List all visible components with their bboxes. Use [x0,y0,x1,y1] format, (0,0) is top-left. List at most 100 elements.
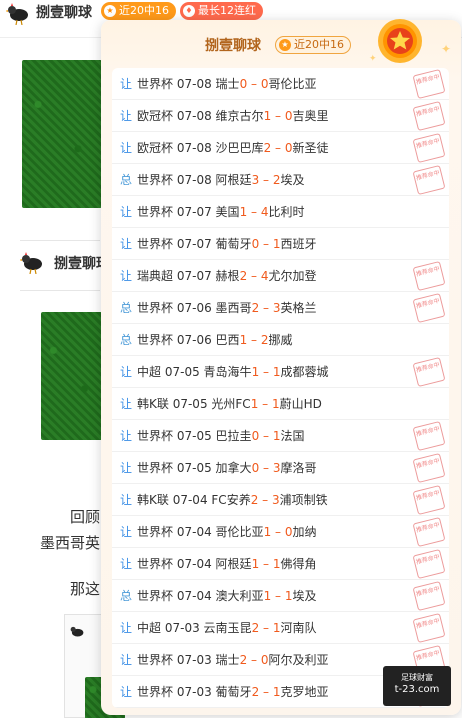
list-item[interactable]: 总世界杯 07-04 澳大利亚1 – 1埃及 推荐命中 [112,580,449,612]
match-thumbnail[interactable] [22,60,102,208]
hit-stamp-icon: 推荐命中 [412,68,446,100]
hit-stamp-icon: 推荐命中 [412,516,446,548]
author-avatar-2[interactable] [20,252,44,274]
list-item[interactable]: 让欧冠杯 07-08 沙巴巴库2 – 0新圣徒 推荐命中 [112,132,449,164]
bet-type-label: 让 [120,237,133,251]
match-info: 世界杯 07-04 澳大利亚1 – 1埃及 [137,580,317,612]
article-text-line: 回顾 [70,508,101,526]
bet-type-label: 总 [120,173,133,187]
list-item[interactable]: 总世界杯 07-06 墨西哥2 – 3英格兰 推荐命中 [112,292,449,324]
away-team: 哥伦比亚 [268,77,317,91]
streak-badge: ♦ 最长12连红 [180,2,263,20]
home-team: 赫根 [215,269,240,283]
recent-record-badge: ★ 近20中16 [101,2,176,20]
list-item[interactable]: 让世界杯 07-04 哥伦比亚1 – 0加纳 推荐命中 [112,516,449,548]
list-item[interactable]: 让韩K联 07-04 FC安养2 – 3浦项制铁 推荐命中 [112,484,449,516]
match-info: 世界杯 07-07 美国1 – 4比利时 [137,196,305,228]
score-dash: – [258,397,272,411]
list-item[interactable]: 让世界杯 07-05 巴拉圭0 – 1法国 推荐命中 [112,420,449,452]
score-dash: – [271,589,285,603]
match-date: 07-07 [176,269,212,283]
home-team: 加拿大 [215,461,252,475]
site-watermark: 足球财富 t-23.com [383,666,451,706]
match-date: 07-07 [176,237,212,251]
match-info: 世界杯 07-08 瑞士0 – 0哥伦比亚 [137,68,317,100]
league-name: 瑞典超 [137,269,174,283]
medal-icon [378,19,422,63]
bet-type-label: 让 [120,109,133,123]
divider [20,240,100,241]
away-score: 1 [271,397,280,411]
away-team: 埃及 [280,173,305,187]
list-item[interactable]: 让世界杯 07-04 阿根廷1 – 1佛得角 推荐命中 [112,548,449,580]
match-date: 07-05 [172,397,208,411]
match-date: 07-06 [176,333,212,347]
list-item[interactable]: 让中超 07-03 云南玉昆2 – 1河南队 推荐命中 [112,612,449,644]
home-team: 云南玉昆 [203,621,252,635]
match-date: 07-04 [176,589,212,603]
list-item[interactable]: 总世界杯 07-06 巴西1 – 2挪威 [112,324,449,356]
match-date: 07-04 [176,557,212,571]
list-item[interactable]: 让欧冠杯 07-08 维京古尔1 – 0吉奥里 推荐命中 [112,100,449,132]
bet-type-label: 让 [120,365,133,379]
list-item[interactable]: 让中超 07-05 青岛海牛1 – 1成都蓉城 推荐命中 [112,356,449,388]
league-name: 韩K联 [137,397,169,411]
away-team: 尤尔加登 [268,269,317,283]
star-icon: ★ [104,5,116,17]
list-item[interactable]: 让世界杯 07-07 美国1 – 4比利时 [112,196,449,228]
match-date: 07-04 [172,493,208,507]
author-avatar[interactable] [6,3,30,25]
hit-stamp-icon: 推荐命中 [412,164,446,196]
watermark-brand: 足球财富 [401,673,433,682]
bet-type-label: 让 [120,429,133,443]
hit-stamp-icon: 推荐命中 [412,260,446,292]
away-team: 吉奥里 [292,109,329,123]
list-item[interactable]: 让世界杯 07-08 瑞士0 – 0哥伦比亚 推荐命中 [112,68,449,100]
league-name: 世界杯 [137,301,174,315]
score-dash: – [259,429,273,443]
match-info: 韩K联 07-05 光州FC1 – 1蔚山HD [137,388,322,420]
bet-type-label: 让 [120,397,133,411]
home-team: FC安养 [211,493,251,507]
bet-type-label: 让 [120,269,133,283]
match-info: 世界杯 07-03 葡萄牙2 – 1克罗地亚 [137,676,329,708]
score-dash: – [259,365,273,379]
league-name: 世界杯 [137,429,174,443]
match-info: 世界杯 07-06 墨西哥2 – 3英格兰 [137,292,317,324]
league-name: 韩K联 [137,493,169,507]
away-team: 浦项制铁 [279,493,328,507]
home-team: 葡萄牙 [215,685,252,699]
home-team: 青岛海牛 [203,365,252,379]
list-item[interactable]: 让瑞典超 07-07 赫根2 – 4尤尔加登 推荐命中 [112,260,449,292]
match-date: 07-04 [176,525,212,539]
score-dash: – [271,525,285,539]
score-dash: – [259,557,273,571]
hit-stamp-icon: 推荐命中 [412,356,446,388]
hit-stamp-icon: 推荐命中 [412,548,446,580]
away-team: 蔚山HD [279,397,322,411]
list-item[interactable]: 让韩K联 07-05 光州FC1 – 1蔚山HD [112,388,449,420]
list-item[interactable]: 总世界杯 07-08 阿根廷3 – 2埃及 推荐命中 [112,164,449,196]
match-date: 07-06 [176,301,212,315]
away-team: 法国 [280,429,305,443]
list-item[interactable]: 让世界杯 07-05 加拿大0 – 3摩洛哥 推荐命中 [112,452,449,484]
league-name: 世界杯 [137,589,174,603]
league-name: 世界杯 [137,173,174,187]
popup-record-text: 近20中16 [294,38,344,51]
prediction-record-list: 让世界杯 07-08 瑞士0 – 0哥伦比亚 推荐命中让欧冠杯 07-08 维京古… [112,68,449,708]
bet-type-label: 让 [120,493,133,507]
bet-type-label: 让 [120,653,133,667]
bet-type-label: 让 [120,141,133,155]
list-item[interactable]: 让世界杯 07-07 葡萄牙0 – 1西班牙 [112,228,449,260]
author-name[interactable]: 捌壹聊球 [36,2,92,22]
popup-title: 捌壹聊球 [205,38,261,54]
bet-type-label: 让 [120,685,133,699]
divider [20,290,100,291]
match-thumbnail-2[interactable] [41,312,103,440]
league-name: 世界杯 [137,525,174,539]
match-date: 07-03 [164,621,200,635]
score-dash: – [259,621,273,635]
author-avatar-3 [70,626,84,637]
match-date: 07-05 [164,365,200,379]
league-name: 欧冠杯 [137,109,174,123]
